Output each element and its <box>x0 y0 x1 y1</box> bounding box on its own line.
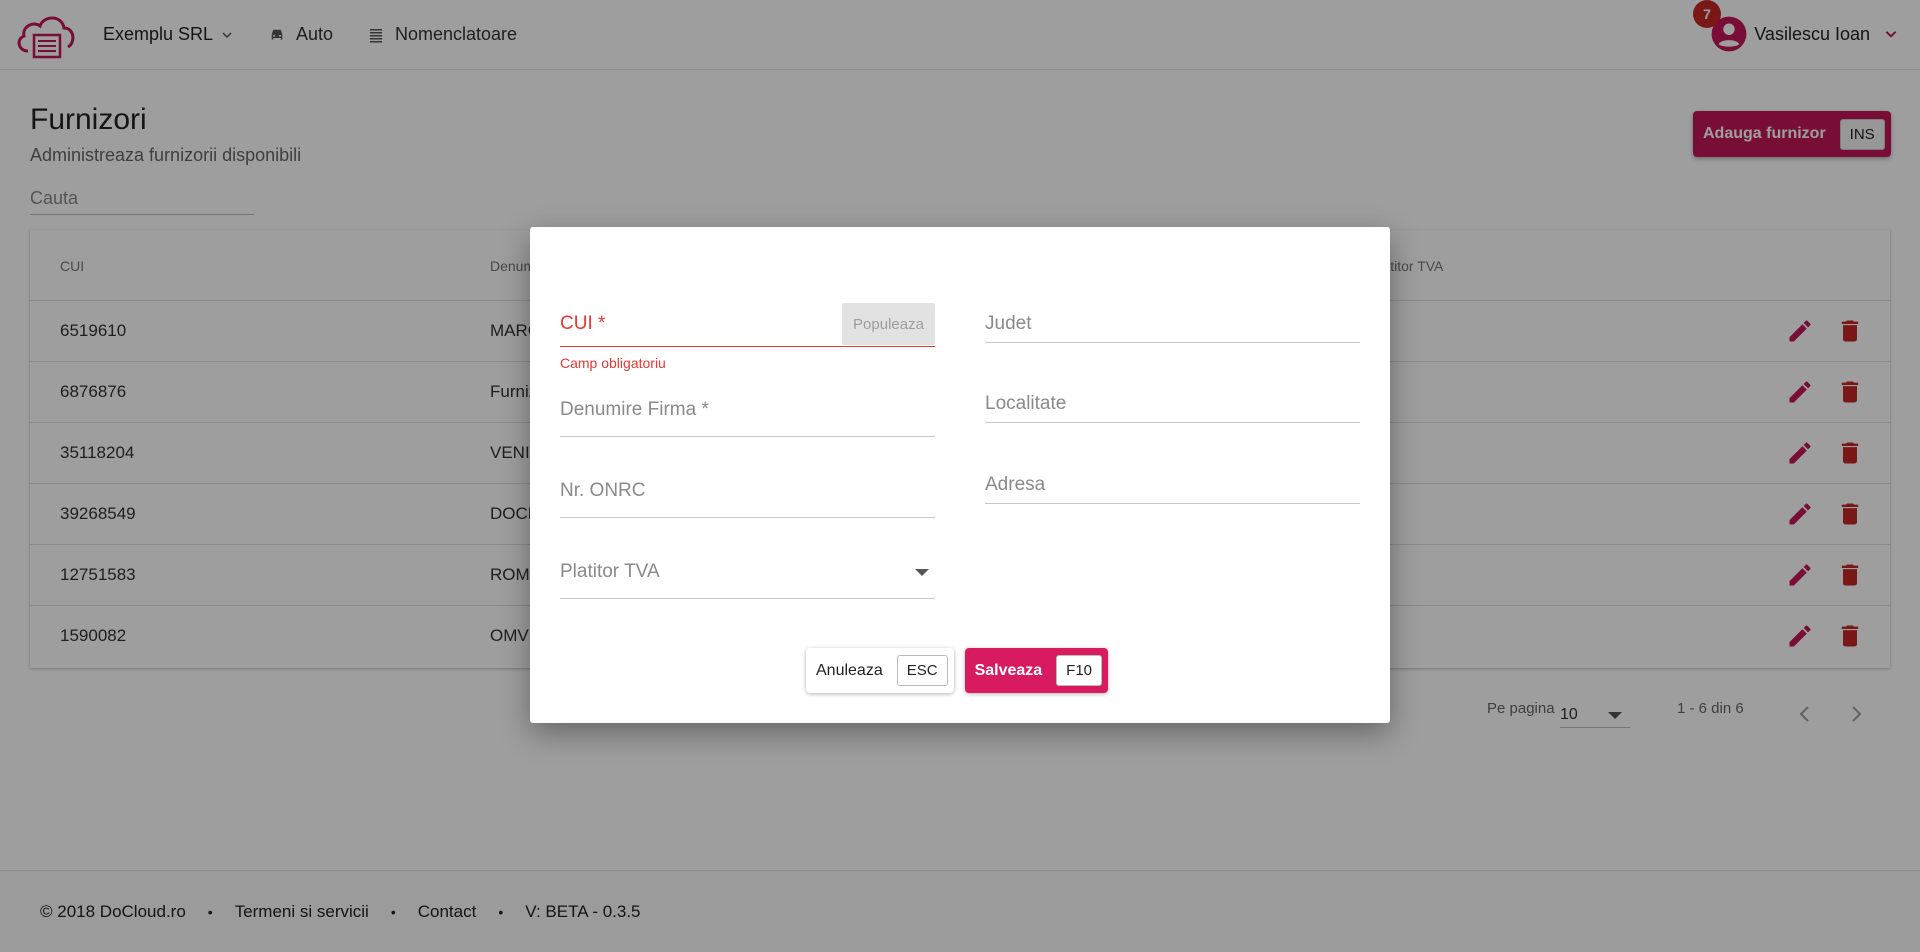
cui-underline <box>560 346 935 347</box>
shortcut-esc: ESC <box>896 655 948 686</box>
save-button-label: Salveaza <box>974 661 1043 679</box>
adresa-underline <box>985 503 1360 504</box>
nr-onrc-field[interactable]: Nr. ONRC <box>560 476 935 518</box>
cui-label: CUI * <box>560 313 606 334</box>
localitate-label: Localitate <box>985 393 1067 414</box>
cui-field[interactable]: CUI * Populeaza <box>560 303 935 347</box>
cui-error-message: Camp obligatoriu <box>560 355 666 371</box>
shortcut-f10: F10 <box>1056 655 1103 686</box>
denumire-firma-field[interactable]: Denumire Firma * <box>560 395 935 437</box>
populeaza-button[interactable]: Populeaza <box>842 303 935 345</box>
nr-onrc-label: Nr. ONRC <box>560 480 646 501</box>
denumire-firma-label: Denumire Firma * <box>560 399 709 420</box>
nr-onrc-underline <box>560 517 935 518</box>
platitor-tva-label: Platitor TVA <box>560 561 660 582</box>
localitate-underline <box>985 422 1360 423</box>
adresa-field[interactable]: Adresa <box>985 472 1360 504</box>
judet-label: Judet <box>985 313 1032 334</box>
localitate-field[interactable]: Localitate <box>985 391 1360 423</box>
denumire-firma-underline <box>560 436 935 437</box>
add-supplier-dialog: CUI * Populeaza Camp obligatoriu Denumir… <box>530 227 1390 723</box>
cancel-button-label: Anuleaza <box>816 661 883 679</box>
platitor-tva-select[interactable]: Platitor TVA <box>560 557 935 599</box>
platitor-tva-underline <box>560 598 935 599</box>
judet-underline <box>985 342 1360 343</box>
cancel-button[interactable]: Anuleaza ESC <box>806 648 954 693</box>
dropdown-arrow-icon <box>915 569 929 576</box>
adresa-label: Adresa <box>985 474 1046 495</box>
dialog-actions: Anuleaza ESC Salveaza F10 <box>806 648 1109 693</box>
save-button[interactable]: Salveaza F10 <box>964 648 1109 693</box>
judet-field[interactable]: Judet <box>985 311 1360 343</box>
